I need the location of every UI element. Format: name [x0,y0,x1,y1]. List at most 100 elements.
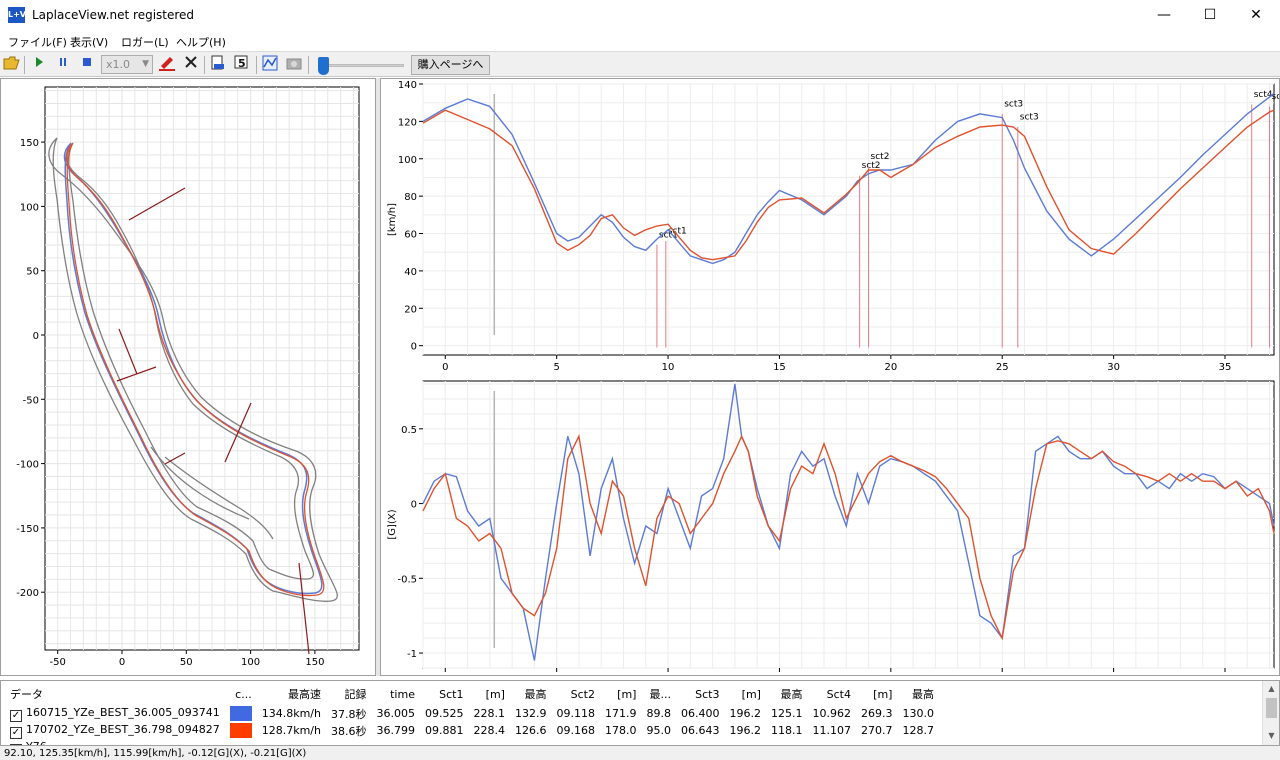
cell-record: 37.8秒 [330,707,367,721]
camera-icon[interactable] [284,55,304,75]
cell-sct3: 06.643 [680,724,720,737]
playback-slider-thumb[interactable] [318,57,329,75]
column-header[interactable]: [m] [856,683,898,705]
cell-sct2: 09.118 [556,707,595,720]
delete-x-icon[interactable] [181,55,201,75]
scroll-down-icon[interactable]: ▼ [1263,728,1279,744]
cell-time: 36.799 [376,724,415,737]
column-header[interactable]: [m] [468,683,510,705]
minimize-button[interactable]: — [1141,0,1187,31]
map-x-tick-label: 150 [305,657,324,668]
menu-help[interactable]: ヘルプ(H) [176,34,226,50]
cell-max_speed [257,739,326,745]
table-header-row: データ c... 最高速 記録 time Sct1 [m] 最高 Sct2 [m] 最... Sct3… [5,683,939,705]
cell-max4: 128.7 [902,724,934,737]
color-cell[interactable] [225,722,257,739]
chart-speed: 0 5 10 15 20 25 30 35 0 20 40 60 80 100 120 140 [km/h] sc… [387,80,1280,373]
cell-m2 [600,739,642,745]
color-swatch[interactable] [229,723,252,738]
menu-view[interactable]: 表示(V) [70,34,108,50]
telemetry-charts[interactable]: 0 5 10 15 20 25 30 35 0 20 40 60 80 100 120 140 [km/h] sc… [381,79,1280,686]
table-row[interactable]: ✓Y76 [5,739,939,745]
chart-x-tick-label: 25 [996,362,1009,373]
color-swatch[interactable] [229,706,252,721]
export-icon[interactable] [208,55,228,75]
column-header[interactable]: c... [225,683,257,705]
column-header[interactable]: Sct1 [420,683,469,705]
lap-name-cell: ✓Y76 [5,739,225,745]
chart-x-tick-label: 30 [1107,362,1120,373]
track-map[interactable]: -50 0 50 100 150 150 100 50 0 -50 -100 -150 -200 [1,79,375,675]
map-y-tick-label: 50 [26,267,39,278]
sector-annotation: sct2 [871,152,890,162]
cell-time [371,739,420,745]
table-scrollbar[interactable]: ▲ ▼ [1262,681,1279,745]
map-x-tick-label: 0 [119,657,125,668]
chart-y-tick-label: 100 [398,155,417,166]
column-header[interactable]: [m] [724,683,766,705]
scroll-thumb[interactable] [1266,698,1277,718]
cell-max1: 126.6 [514,724,547,737]
maximize-button[interactable]: ☐ [1187,0,1233,31]
chart-x-tick-label: 35 [1219,362,1232,373]
column-header[interactable]: データ [5,683,225,705]
cell-sct4 [807,739,856,745]
close-window-button[interactable]: ✕ [1233,0,1279,31]
column-header[interactable]: 最高 [766,683,808,705]
column-header[interactable]: 記録 [326,683,372,705]
table-row[interactable]: ✓ 160715_YZe_BEST_36.005_093741 134.8km/h 3… [5,705,939,722]
table-body: ✓ 160715_YZe_BEST_36.005_093741 134.8km/h 3… [5,705,939,745]
chart-gforce: 051015202530350.50-0.5-1[G](X) [387,380,1275,686]
column-header[interactable]: Sct3 [676,683,725,705]
buy-page-button[interactable]: 購入ページへ [411,55,490,75]
sector-five-icon[interactable]: 5 [232,55,252,75]
cell-m2: 178.0 [604,724,637,737]
column-header[interactable]: 最... [641,683,676,705]
play-icon[interactable] [29,55,49,75]
chart-y-tick-label: 20 [404,304,417,315]
zoom-value: x1.0 [106,58,131,71]
cell-max2: 95.0 [646,724,671,737]
column-header[interactable]: time [371,683,420,705]
pause-icon[interactable] [53,55,73,75]
chart-x-tick-label: 0 [442,362,448,373]
map-x-tick-label: -50 [50,657,66,668]
stop-icon[interactable] [77,55,97,75]
chart-y-tick-label: 40 [404,267,417,278]
toolbar: x1.0 ▼ 5 購入ページへ [0,51,1280,77]
color-cell[interactable] [225,705,257,722]
toolbar-separator [256,56,257,74]
chart-y-tick-label: 140 [398,80,417,91]
playback-slider-track[interactable] [322,64,404,67]
column-header[interactable]: Sct4 [807,683,856,705]
svg-text:5: 5 [238,57,246,70]
table-row[interactable]: ✓ 170702_YZe_BEST_36.798_094827 128.7km/h 3… [5,722,939,739]
chart-plot-frame [422,380,1275,669]
menu-file[interactable]: ファイル(F) [8,34,67,50]
zoom-select[interactable]: x1.0 ▼ [101,55,153,74]
cell-max_speed: 128.7km/h [261,724,321,737]
scroll-up-icon[interactable]: ▲ [1263,681,1279,697]
cell-sct1: 09.881 [424,724,464,737]
visibility-checkbox[interactable]: ✓ [10,709,22,722]
column-header[interactable]: 最高 [897,683,939,705]
column-header[interactable]: 最高速 [257,683,326,705]
color-cell[interactable] [225,739,257,745]
map-y-tick-label: -200 [16,588,39,599]
lap-data-table: データ c... 最高速 記録 time Sct1 [m] 最高 Sct2 [m] 最... Sct3… [0,680,1280,746]
column-header[interactable]: [m] [600,683,642,705]
map-grid [44,86,360,651]
map-plot-frame [44,86,360,651]
cell-m1: 228.4 [473,724,505,737]
graph-icon[interactable] [260,55,280,75]
column-header[interactable]: Sct2 [551,683,600,705]
column-header[interactable]: 最高 [510,683,552,705]
open-folder-icon[interactable] [2,55,22,75]
visibility-checkbox[interactable]: ✓ [10,726,22,739]
menu-logger[interactable]: ロガー(L) [121,34,169,50]
cell-m4: 269.3 [860,707,893,720]
sector-annotation: sct4 [1254,90,1273,100]
cell-sct2 [551,739,600,745]
marker-pen-icon[interactable] [157,55,177,75]
toolbar-separator [204,56,205,74]
